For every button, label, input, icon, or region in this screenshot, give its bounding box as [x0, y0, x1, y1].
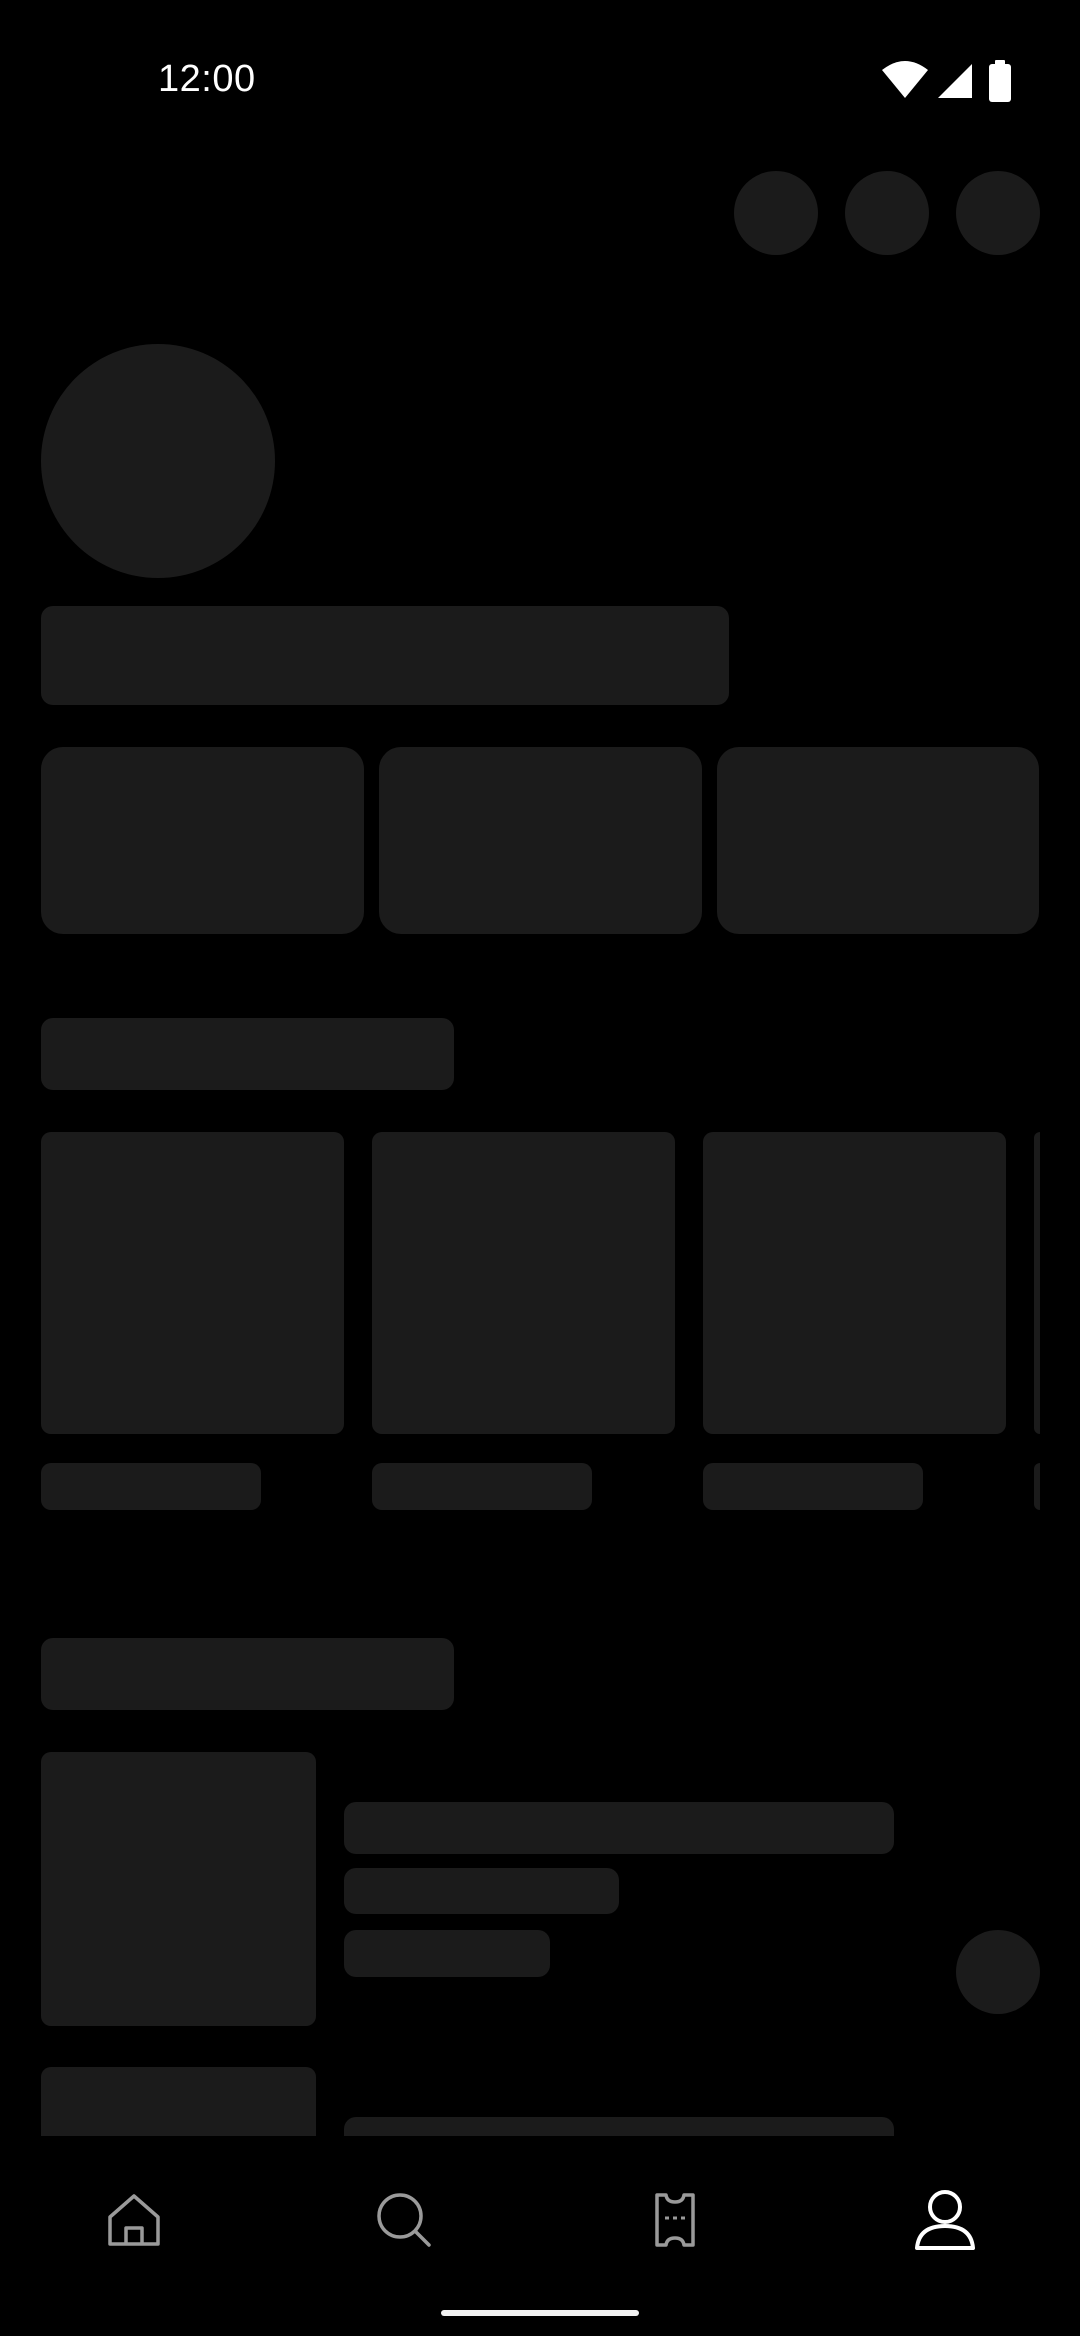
carousel-caption-placeholder-1 — [41, 1463, 261, 1510]
list-item-action-placeholder-1[interactable] — [956, 1930, 1040, 2014]
home-indicator[interactable] — [441, 2310, 639, 2316]
profile-icon — [915, 2190, 975, 2250]
carousel-caption-placeholder-3 — [703, 1463, 923, 1510]
list-item-title-placeholder-2 — [344, 2117, 894, 2136]
profile-name-placeholder — [41, 606, 729, 705]
nav-profile-button[interactable] — [905, 2180, 985, 2260]
header-action-placeholder-1[interactable] — [734, 171, 818, 255]
search-icon — [377, 2193, 431, 2247]
carousel-caption-placeholder-4 — [1034, 1463, 1040, 1510]
profile-content-skeleton[interactable] — [0, 0, 1080, 2136]
stat-card-placeholder-3[interactable] — [717, 747, 1039, 934]
list-item-subtitle-placeholder-1 — [344, 1868, 619, 1914]
ticket-icon — [655, 2193, 695, 2247]
list-item-thumbnail-placeholder-1[interactable] — [41, 1752, 316, 2026]
nav-home-button[interactable] — [94, 2180, 174, 2260]
avatar-placeholder — [41, 344, 275, 578]
header-action-placeholder-2[interactable] — [845, 171, 929, 255]
section-title-placeholder-2 — [41, 1638, 454, 1710]
stat-card-placeholder-1[interactable] — [41, 747, 364, 934]
section-title-placeholder-1 — [41, 1018, 454, 1090]
carousel-tile-placeholder-3[interactable] — [703, 1132, 1006, 1434]
carousel-tile-placeholder-2[interactable] — [372, 1132, 675, 1434]
list-item-title-placeholder-1 — [344, 1802, 894, 1854]
carousel-caption-placeholder-2 — [372, 1463, 592, 1510]
stat-card-placeholder-2[interactable] — [379, 747, 702, 934]
home-icon — [108, 2194, 160, 2246]
nav-tickets-button[interactable] — [635, 2180, 715, 2260]
carousel-tile-placeholder-4[interactable] — [1034, 1132, 1040, 1434]
header-action-placeholder-3[interactable] — [956, 171, 1040, 255]
list-item-thumbnail-placeholder-2[interactable] — [41, 2067, 316, 2136]
nav-search-button[interactable] — [364, 2180, 444, 2260]
carousel-tile-placeholder-1[interactable] — [41, 1132, 344, 1434]
list-item-meta-placeholder-1 — [344, 1930, 550, 1977]
